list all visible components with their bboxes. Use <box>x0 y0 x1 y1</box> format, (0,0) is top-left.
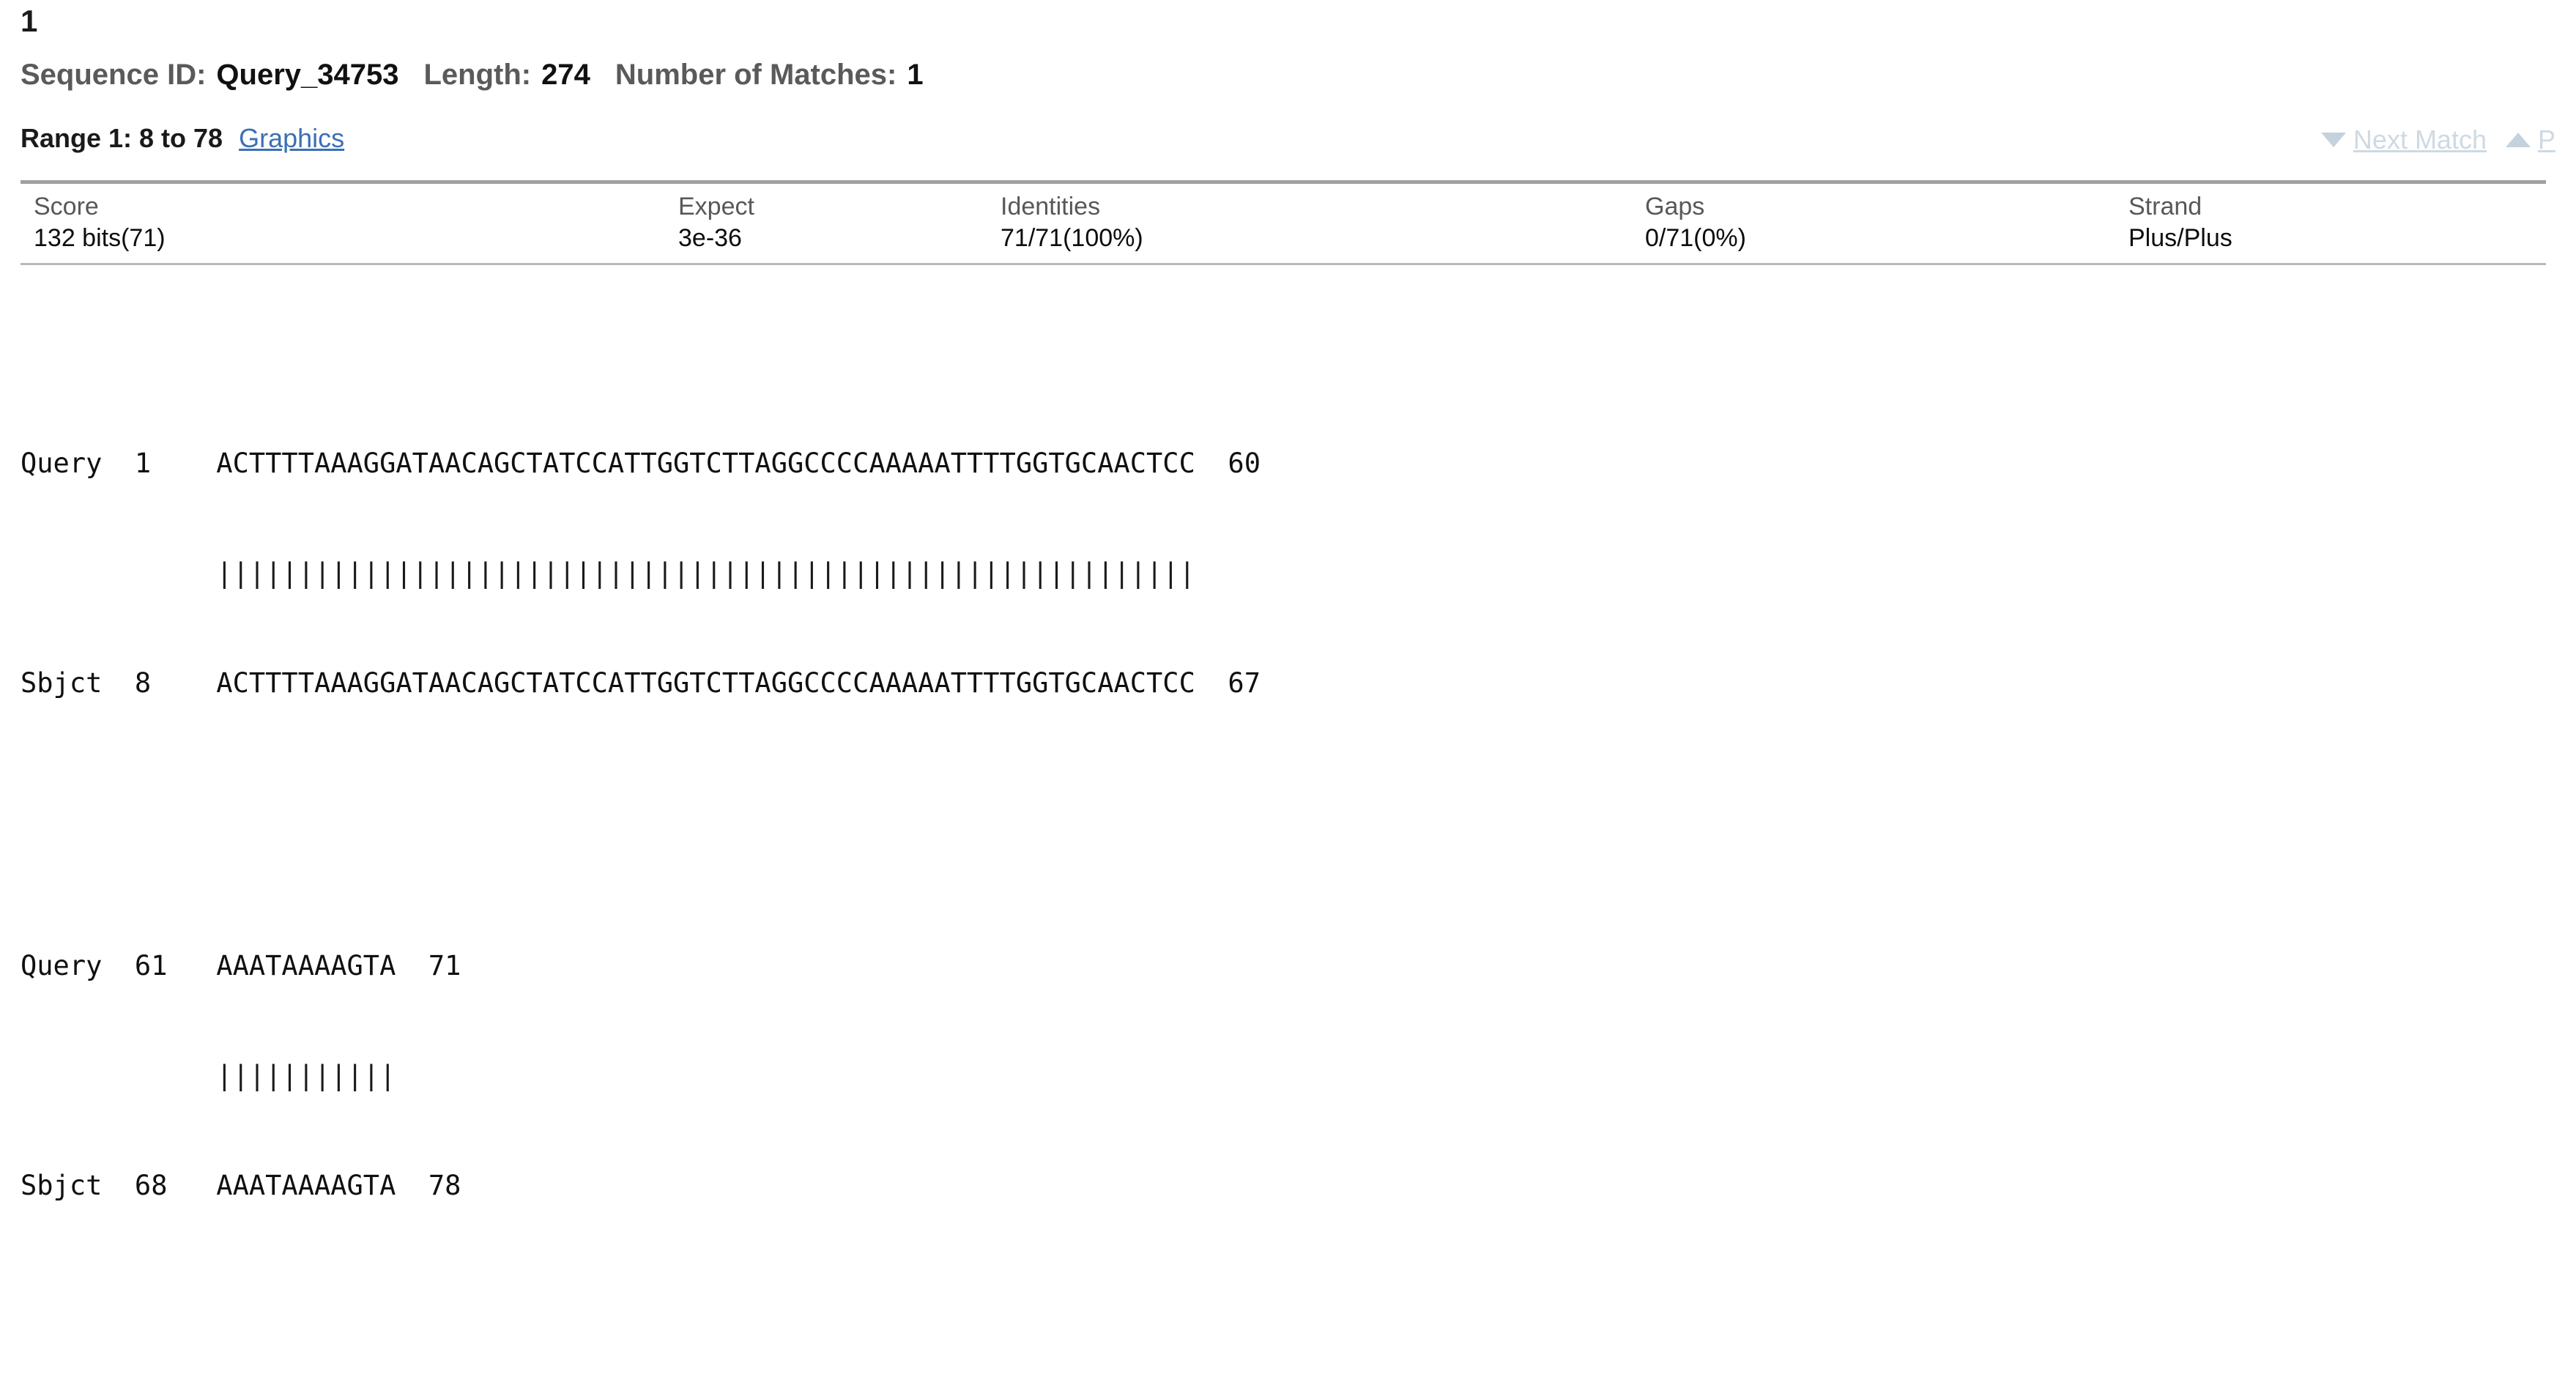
next-match-label: Next Match <box>2353 125 2487 155</box>
sbjct-line: Sbjct 8 ACTTTTAAAGGATAACAGCTATCCATTGGTCT… <box>21 667 1261 699</box>
alignment-text: Query 1 ACTTTTAAAGGATAACAGCTATCCATTGGTCT… <box>21 299 2555 1377</box>
sbjct-line: Sbjct 68 AAATAAAAGTA 78 <box>21 1170 461 1201</box>
stats-header-expect: Expect <box>678 193 754 220</box>
match-midline: ||||||||||||||||||||||||||||||||||||||||… <box>21 557 1195 589</box>
triangle-up-icon <box>2505 133 2531 147</box>
stats-value-expect: 3e-36 <box>678 224 742 252</box>
hit-number: 1 <box>21 4 38 38</box>
match-midline: ||||||||||| <box>21 1060 396 1091</box>
blast-alignment-page: 1 Sequence ID: Query_34753 Length: 274 Numbe… <box>0 0 2576 1201</box>
graphics-link[interactable]: Graphics <box>239 123 344 154</box>
range-row: Range 1: 8 to 78 Graphics Next Match P <box>21 123 2555 163</box>
stats-value-row: 132 bits(71) 3e-36 71/71(100%) 0/71(0%) … <box>21 224 2559 263</box>
alignment-block: Query 1 ACTTTTAAAGGATAACAGCTATCCATTGGTCT… <box>21 372 2555 775</box>
length-value: 274 <box>541 59 590 91</box>
stats-value-gaps: 0/71(0%) <box>1645 224 1746 252</box>
alignment-stats-table: Score Expect Identities Gaps Strand 132 … <box>21 180 2546 265</box>
sequence-id-label: Sequence ID: <box>21 59 207 91</box>
alignment-block: Query 61 AAATAAAAGTA 71 ||||||||||| Sbjc… <box>21 875 2555 1277</box>
query-line: Query 1 ACTTTTAAAGGATAACAGCTATCCATTGGTCT… <box>21 448 1261 479</box>
sequence-id-value: Query_34753 <box>216 59 399 91</box>
triangle-down-icon <box>2320 133 2346 147</box>
query-line: Query 61 AAATAAAAGTA 71 <box>21 950 461 981</box>
previous-match-button[interactable]: P <box>2505 125 2555 155</box>
number-of-matches-label: Number of Matches: <box>615 59 897 91</box>
sequence-defline: Sequence ID: Query_34753 Length: 274 Number … <box>21 59 2555 94</box>
stats-header-gaps: Gaps <box>1645 193 1705 220</box>
stats-value-score: 132 bits(71) <box>34 224 166 252</box>
stats-value-identities: 71/71(100%) <box>1001 224 1143 252</box>
stats-header-row: Score Expect Identities Gaps Strand <box>21 184 2559 224</box>
number-of-matches-value: 1 <box>907 59 924 91</box>
range-title: Range 1: 8 to 78 <box>21 123 223 153</box>
match-navigation: Next Match P <box>2302 125 2555 155</box>
previous-match-label: P <box>2537 125 2555 155</box>
stats-header-score: Score <box>34 193 99 220</box>
length-label: Length: <box>423 59 532 91</box>
stats-header-identities: Identities <box>1001 193 1101 220</box>
stats-value-strand: Plus/Plus <box>2128 224 2232 252</box>
stats-header-strand: Strand <box>2128 193 2202 220</box>
next-match-button[interactable]: Next Match <box>2320 125 2487 155</box>
